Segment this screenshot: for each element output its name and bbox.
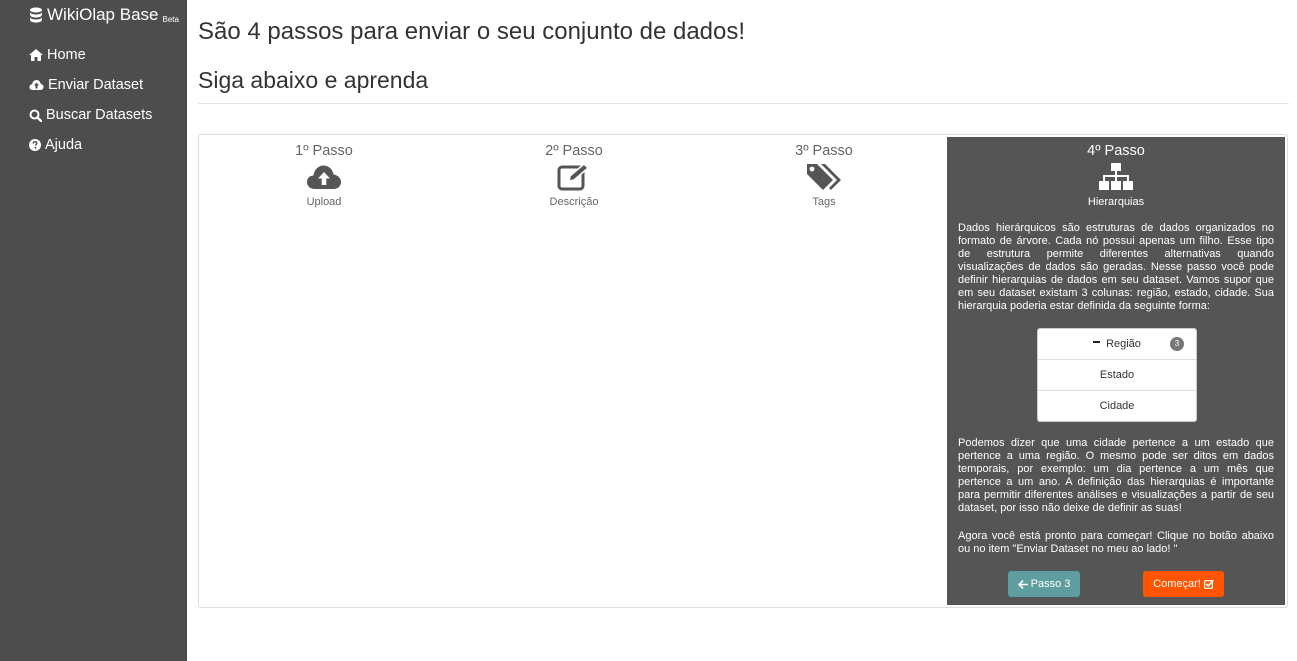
- sidebar-item-ajuda[interactable]: Ajuda: [29, 137, 82, 153]
- sidebar-item-label: Enviar Dataset: [48, 77, 144, 93]
- collapse-icon[interactable]: [1093, 341, 1101, 344]
- sidebar-item-label: Ajuda: [45, 137, 83, 153]
- brand[interactable]: WikiOlap Base Beta: [29, 5, 179, 25]
- step-title: 1º Passo: [295, 143, 353, 159]
- step-title: 2º Passo: [545, 143, 603, 159]
- cloud-upload-icon: [307, 165, 341, 189]
- step-2[interactable]: 2º Passo Descrição: [449, 137, 699, 208]
- step-4-active: 4º Passo Hierarquias Dados hierárquicos …: [947, 137, 1285, 605]
- tree-node-regiao[interactable]: Região 3: [1038, 329, 1196, 360]
- sidebar-item-home[interactable]: Home: [29, 47, 86, 63]
- hierarchy-tree: Região 3 Estado Cidade: [1037, 328, 1197, 422]
- step-label: Hierarquias: [1087, 196, 1145, 208]
- database-icon: [30, 7, 42, 23]
- cloud-upload-icon: [29, 80, 44, 90]
- ready-text: Agora você está pronto para começar! Cli…: [958, 530, 1274, 555]
- check-square-icon: [1203, 579, 1214, 589]
- tree-node-label: Estado: [1099, 369, 1135, 381]
- start-label: Começar!: [1153, 578, 1201, 590]
- step-3[interactable]: 3º Passo Tags: [699, 137, 949, 208]
- step-label: Tags: [812, 196, 836, 208]
- brand-beta-badge: Beta: [162, 14, 179, 24]
- sidebar-item-label: Buscar Datasets: [46, 107, 153, 123]
- tree-node-label: Cidade: [1099, 400, 1135, 412]
- sitemap-icon: [1099, 163, 1133, 190]
- step-1[interactable]: 1º Passo Upload: [199, 137, 449, 208]
- edit-icon: [557, 163, 590, 191]
- sidebar-item-enviar-dataset[interactable]: Enviar Dataset: [29, 77, 143, 93]
- intro-text: Dados hierárquicos são estruturas de dad…: [958, 222, 1274, 312]
- step-label: Descrição: [549, 196, 599, 208]
- tree-node-estado[interactable]: Estado: [1038, 360, 1196, 391]
- page-title: São 4 passos para enviar o seu conjunto …: [198, 18, 746, 45]
- count-badge: 3: [1170, 337, 1184, 351]
- divider: [198, 103, 1289, 104]
- step-label: Upload: [306, 196, 342, 208]
- back-step-label: Passo 3: [1030, 578, 1071, 590]
- tree-node-label: Região: [1106, 338, 1141, 350]
- sidebar-item-buscar-datasets[interactable]: Buscar Datasets: [29, 107, 152, 123]
- explanation-text: Podemos dizer que uma cidade pertence a …: [958, 437, 1274, 514]
- sidebar-item-label: Home: [47, 47, 86, 63]
- question-circle-icon: [29, 139, 41, 151]
- tags-icon: [807, 164, 841, 190]
- start-button[interactable]: Começar!: [1143, 571, 1224, 597]
- search-icon: [29, 109, 42, 122]
- tree-node-cidade[interactable]: Cidade: [1038, 391, 1196, 421]
- step-title: 4º Passo: [1087, 143, 1145, 159]
- arrow-left-icon: [1017, 579, 1028, 589]
- brand-name: WikiOlap Base: [47, 5, 159, 24]
- sidebar: WikiOlap Base Beta Home Enviar Dataset B…: [0, 0, 187, 661]
- page-subtitle: Siga abaixo e aprenda: [198, 67, 429, 93]
- back-step-button[interactable]: Passo 3: [1008, 571, 1080, 597]
- step-title: 3º Passo: [795, 143, 853, 159]
- home-icon: [29, 49, 43, 61]
